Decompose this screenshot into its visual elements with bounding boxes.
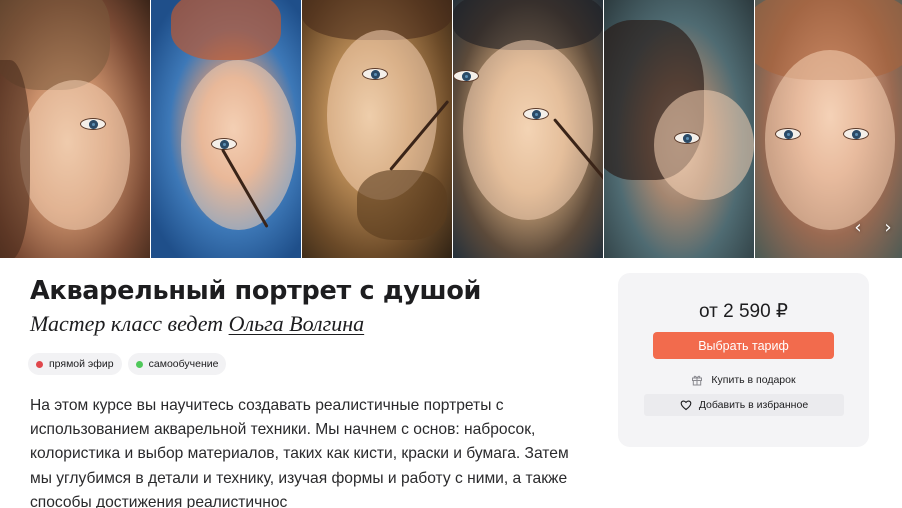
author-link[interactable]: Ольга Волгина — [229, 311, 365, 336]
add-to-favorites-button[interactable]: Добавить в избранное — [644, 394, 844, 416]
red-dot-icon — [36, 360, 43, 368]
gift-icon — [692, 375, 703, 386]
portrait-woman-closeup-image[interactable] — [453, 0, 603, 258]
course-image-gallery: ‹ › — [0, 0, 902, 258]
buy-as-gift-button[interactable]: Купить в подарок — [618, 371, 869, 389]
green-dot-icon — [135, 360, 143, 368]
heart-icon — [680, 400, 692, 411]
chevron-left-icon: ‹ — [854, 217, 862, 238]
chevron-right-icon: › — [884, 217, 892, 238]
course-price: от 2 590 ₽ — [698, 301, 789, 322]
portrait-bearded-man-image[interactable] — [302, 0, 452, 258]
badge-self-study: самообучение — [127, 353, 227, 375]
badge-label: прямой эфир — [49, 358, 114, 370]
course-format-badges: прямой эфир самообучение — [28, 353, 227, 375]
gallery-prev-button[interactable]: ‹ — [848, 218, 868, 238]
badge-live-stream: прямой эфир — [28, 353, 122, 375]
select-tariff-button[interactable]: Выбрать тариф — [653, 332, 834, 359]
badge-label: самообучение — [148, 358, 219, 370]
course-description: На этом курсе вы научитесь создавать реа… — [30, 397, 569, 508]
subtitle-prefix: Мастер класс ведет — [30, 311, 229, 336]
course-subtitle: Мастер класс ведет Ольга Волгина — [30, 311, 364, 337]
portrait-girl-hat-image[interactable] — [0, 0, 150, 258]
gift-label: Купить в подарок — [711, 374, 796, 386]
portrait-reclining-woman-image[interactable] — [604, 0, 754, 258]
pricing-card: от 2 590 ₽ Выбрать тариф Купить в подаро… — [618, 273, 869, 447]
course-title: Акварельный портрет с душой — [30, 276, 482, 306]
portrait-freckled-boy-image[interactable] — [151, 0, 301, 258]
favorite-label: Добавить в избранное — [698, 399, 809, 411]
gallery-next-button[interactable]: › — [878, 218, 898, 238]
